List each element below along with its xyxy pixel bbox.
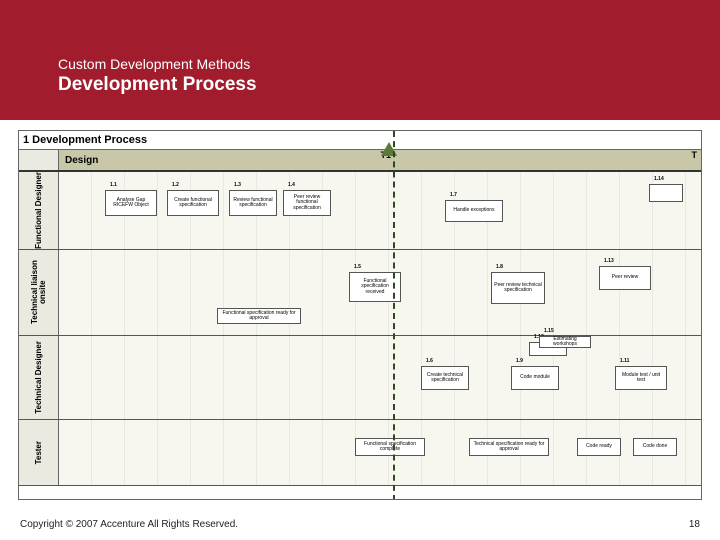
lane-technical-designer: Technical Designer Create technical spec… (19, 336, 701, 420)
swimlanes: Functional Designer Analyse Gap RICEFW O… (19, 172, 701, 500)
process-box-number: 1.7 (450, 193, 457, 199)
process-box: Technical specification ready for approv… (469, 438, 549, 456)
diagram-title: 1 Development Process (19, 131, 701, 150)
process-box: Code module1.9 (511, 366, 559, 390)
process-box-number: 1.1 (110, 183, 117, 189)
process-box: Peer review functional specification1.4 (283, 190, 331, 216)
copyright-text: Copyright © 2007 Accenture All Rights Re… (20, 519, 238, 530)
process-box: Create technical specification1.6 (421, 366, 469, 390)
process-box: Create functional specification1.2 (167, 190, 219, 216)
process-box-number: 1.4 (288, 183, 295, 189)
process-box-number: 1.9 (516, 359, 523, 365)
phase-label-blank (19, 150, 59, 170)
process-box: Code ready (577, 438, 621, 456)
slide-header: Custom Development Methods Development P… (0, 0, 720, 120)
lane-label-td: Technical Designer (35, 341, 43, 414)
process-box: Handle exceptions1.7 (445, 200, 503, 222)
process-box: Module test / unit test1.11 (615, 366, 667, 390)
process-box-number: 1.3 (234, 183, 241, 189)
phase-design: Design T1 T (59, 150, 701, 170)
process-box-number: 1.14 (654, 177, 664, 183)
process-box: Functional specification complete (355, 438, 425, 456)
process-box: Peer review technical specification1.8 (491, 272, 545, 304)
process-box: Analyse Gap RICEFW Object1.1 (105, 190, 157, 216)
phase-design-label: Design (65, 155, 98, 166)
process-box-number: 1.13 (604, 259, 614, 265)
page-number: 18 (689, 519, 700, 530)
lane-label-tl: Technical liaison onsite (31, 250, 47, 335)
process-box: Code done (633, 438, 677, 456)
header-title: Development Process (58, 74, 257, 96)
phase-row: Design T1 T (19, 150, 701, 172)
process-box-number: 1.8 (496, 265, 503, 271)
lane-label-ts: Tester (35, 441, 43, 464)
lane-label-fd: Functional Designer (35, 172, 43, 249)
process-box-number: 1.2 (172, 183, 179, 189)
milestone-t-label: T (692, 150, 698, 160)
process-box-number: 1.11 (620, 359, 629, 365)
process-box: Review functional specification1.3 (229, 190, 277, 216)
process-box-number: 1.6 (426, 359, 433, 365)
vline-t1 (393, 131, 395, 500)
lane-technical-liaison: Technical liaison onsite Functional spec… (19, 250, 701, 336)
slide-footer: Copyright © 2007 Accenture All Rights Re… (20, 519, 700, 530)
process-box: 1.14 (649, 184, 683, 202)
process-box-number: 1.5 (354, 265, 361, 271)
lane-tester: Tester Functional specification complete… (19, 420, 701, 486)
header-subtitle: Custom Development Methods (58, 56, 257, 72)
process-box-number: 1.15 (544, 329, 554, 335)
process-box: Peer review1.13 (599, 266, 651, 290)
lane-functional-designer: Functional Designer Analyse Gap RICEFW O… (19, 172, 701, 250)
process-box: Estimating workshops1.15 (539, 336, 591, 348)
process-box: Functional specification ready for appro… (217, 308, 301, 324)
process-diagram: 1 Development Process Design T1 T Functi… (18, 130, 702, 500)
